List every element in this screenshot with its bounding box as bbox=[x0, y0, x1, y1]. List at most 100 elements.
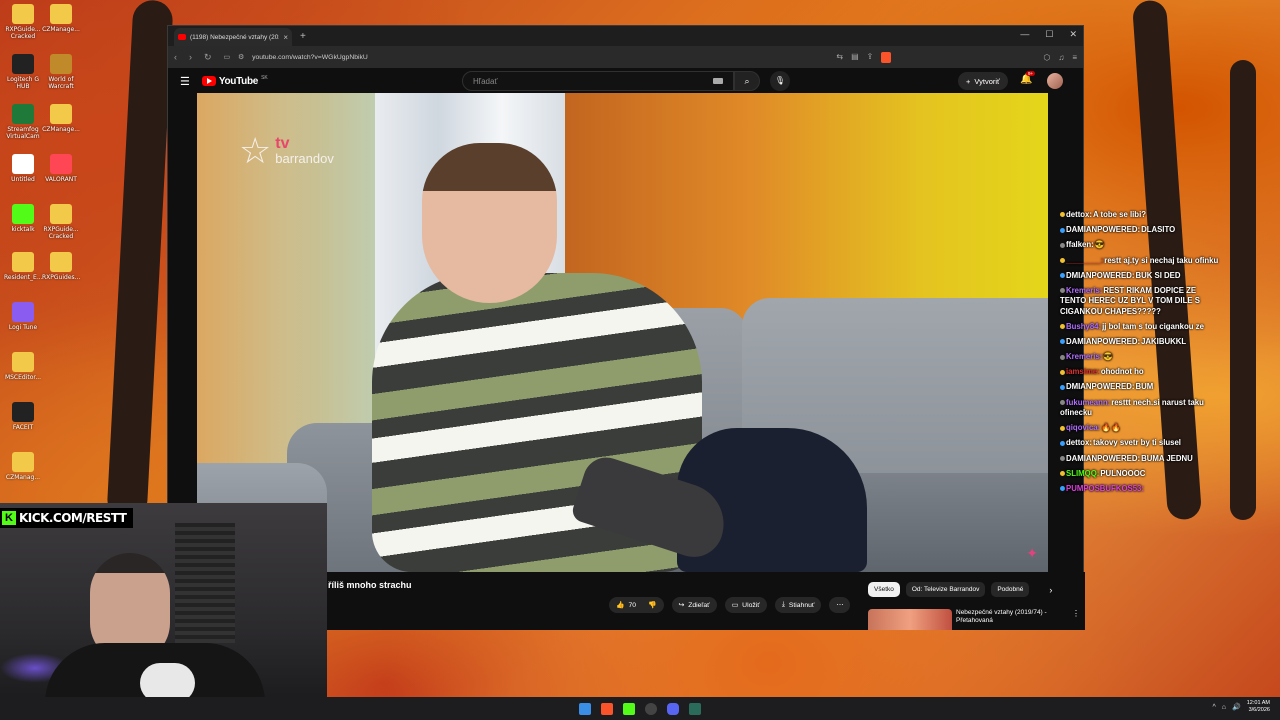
download-button[interactable]: ⤓ Stiahnuť bbox=[774, 597, 822, 613]
chip-all[interactable]: Všetko bbox=[868, 582, 900, 597]
chat-username[interactable]: DAMIANPOWERED: bbox=[1066, 454, 1140, 463]
like-dislike-button[interactable]: 👍 70 👎 bbox=[609, 597, 664, 613]
voice-search-button[interactable]: 🎙 bbox=[770, 71, 790, 91]
share-button[interactable]: ↪ Zdieľať bbox=[671, 597, 717, 613]
media-icon[interactable]: ♫ bbox=[1058, 53, 1064, 62]
desktop-icon[interactable]: RXPGuide... Cracked bbox=[4, 4, 42, 40]
chat-username[interactable]: dettox: bbox=[1066, 210, 1092, 219]
minimize-button[interactable]: — bbox=[1020, 29, 1029, 40]
discord-icon[interactable] bbox=[667, 702, 679, 715]
reader-icon[interactable]: ▤ bbox=[851, 52, 859, 63]
close-window-button[interactable]: ✕ bbox=[1069, 29, 1077, 40]
chat-username[interactable]: dettox: bbox=[1066, 438, 1092, 447]
desktop-icon[interactable]: FACEIT bbox=[4, 402, 42, 431]
tray-chevron-icon[interactable]: ^ bbox=[1213, 704, 1216, 711]
search-button[interactable]: ⌕ bbox=[734, 71, 760, 91]
chat-username[interactable]: DMIANPOWERED: bbox=[1066, 382, 1134, 391]
translate-icon[interactable]: ⇆ bbox=[836, 52, 843, 63]
more-vertical-icon[interactable]: ⋮ bbox=[1072, 609, 1080, 630]
menu-icon[interactable]: ≡ bbox=[1072, 53, 1077, 62]
chat-username[interactable]: Kremeris: bbox=[1066, 286, 1102, 295]
chat-username[interactable]: DAMIANPOWERED: bbox=[1066, 337, 1140, 346]
desktop-icon[interactable]: World of Warcraft bbox=[42, 54, 80, 90]
network-icon[interactable]: ⌂ bbox=[1222, 704, 1226, 711]
url-field[interactable]: ▭ ⚙ youtube.com/watch?v=WGkUgpNbikU bbox=[224, 50, 825, 64]
desktop-icon[interactable]: MSCEditor... bbox=[4, 352, 42, 381]
recommended-title[interactable]: Nebezpečné vztahy (2019/74) - Přetahovan… bbox=[956, 609, 1066, 630]
desktop-icon[interactable]: Untitled bbox=[4, 154, 42, 183]
browser-tab[interactable]: (1198) Nebezpečné vztahy (2020 × bbox=[174, 28, 292, 46]
chat-text: 😎 bbox=[1103, 352, 1114, 362]
bookmark-save-icon: ▭ bbox=[731, 602, 739, 609]
chat-badge-icon bbox=[1060, 242, 1065, 248]
save-button[interactable]: ▭ Uložiť bbox=[724, 597, 767, 613]
chat-username[interactable]: ________: bbox=[1066, 256, 1103, 265]
chat-username[interactable]: DAMIANPOWERED: bbox=[1066, 225, 1140, 234]
chat-username[interactable]: qiqovica: bbox=[1066, 423, 1100, 432]
desktop-icon[interactable]: CZManag... bbox=[4, 452, 42, 481]
chat-message: DMIANPOWERED:BUM bbox=[1060, 382, 1220, 392]
chat-username[interactable]: ffalken: bbox=[1066, 240, 1094, 249]
chevron-right-icon[interactable]: › bbox=[1049, 585, 1052, 595]
chat-badge-icon bbox=[1060, 258, 1065, 263]
chat-username[interactable]: PUMPOSBUFKOS53: bbox=[1066, 484, 1144, 493]
desktop-app-icon bbox=[50, 54, 72, 74]
desktop-icon[interactable]: CZManage... bbox=[42, 4, 80, 33]
hamburger-menu-icon[interactable]: ☰ bbox=[180, 75, 190, 88]
site-info-icon[interactable]: ⚙ bbox=[238, 53, 244, 61]
desktop-icon[interactable]: Streamfog VirtualCam bbox=[4, 104, 42, 140]
chat-username[interactable]: SLIMQQ: bbox=[1066, 469, 1099, 478]
desktop-icon[interactable]: RXPGuides... bbox=[42, 252, 80, 281]
desktop-app-icon bbox=[50, 204, 72, 224]
windows-start-icon[interactable] bbox=[579, 702, 591, 715]
chat-overlay: dettox:A tobe se libi? DAMIANPOWERED:DLAS… bbox=[1060, 210, 1220, 499]
terminal-icon[interactable] bbox=[689, 702, 701, 715]
reload-icon[interactable]: ↻ bbox=[204, 52, 212, 63]
desktop-icon[interactable]: CZManage... bbox=[42, 104, 80, 133]
video-player[interactable]: ☆ tv barrandov ✦ bbox=[197, 93, 1048, 572]
desktop-icon[interactable]: RXPGuide... Cracked bbox=[42, 204, 80, 240]
back-arrow-icon[interactable]: ‹ bbox=[174, 52, 177, 62]
chat-message: dettox:A tobe se libi? bbox=[1060, 210, 1220, 220]
volume-icon[interactable]: 🔊 bbox=[1232, 703, 1241, 711]
chat-username[interactable]: Kremeris: bbox=[1066, 352, 1102, 361]
brave-browser-icon[interactable] bbox=[601, 702, 613, 715]
extensions-icon[interactable]: ⬡ bbox=[1043, 53, 1050, 62]
desktop-icon[interactable]: VALORANT bbox=[42, 154, 80, 183]
chat-username[interactable]: Bushy84: bbox=[1066, 322, 1101, 331]
chat-message: Kremeris:😎 bbox=[1060, 352, 1220, 362]
close-tab-icon[interactable]: × bbox=[283, 33, 288, 42]
recommended-thumbnail[interactable] bbox=[868, 609, 952, 630]
create-button[interactable]: + Vytvoriť bbox=[958, 72, 1008, 90]
chat-username[interactable]: fukumeann: bbox=[1066, 398, 1110, 407]
obs-icon[interactable] bbox=[645, 702, 657, 715]
channel-watermark-icon[interactable]: ✦ bbox=[1026, 545, 1038, 562]
chat-username[interactable]: DMIANPOWERED: bbox=[1066, 271, 1134, 280]
recommendation-chips: Všetko Od: Televize Barrandov Podobné › bbox=[868, 582, 1052, 597]
maximize-button[interactable]: ☐ bbox=[1045, 29, 1053, 40]
chip-channel[interactable]: Od: Televize Barrandov bbox=[905, 582, 986, 597]
kick-logo-icon: K bbox=[2, 511, 16, 525]
new-tab-button[interactable]: + bbox=[300, 31, 306, 42]
keyboard-icon[interactable] bbox=[713, 78, 723, 84]
desktop-icon[interactable]: Logitech G HUB bbox=[4, 54, 42, 90]
recommended-video[interactable]: Nebezpečné vztahy (2019/74) - Přetahovan… bbox=[868, 609, 1080, 630]
chat-badge-icon bbox=[1060, 440, 1065, 446]
notifications-button[interactable]: 🔔 9+ bbox=[1020, 71, 1036, 85]
youtube-logo[interactable]: YouTube SK bbox=[201, 75, 268, 87]
desktop-icon[interactable]: Resident_E... bbox=[4, 252, 43, 281]
chat-badge-icon bbox=[1060, 324, 1065, 330]
avatar[interactable] bbox=[1047, 73, 1063, 89]
search-input[interactable]: Hľadať bbox=[462, 71, 734, 91]
desktop-icon[interactable]: kicktalk bbox=[4, 204, 42, 233]
brave-shields-icon[interactable] bbox=[881, 51, 892, 63]
clock[interactable]: 12:01 AM 3/6/2026 bbox=[1247, 700, 1270, 714]
share-icon[interactable]: ⇪ bbox=[867, 52, 874, 63]
chip-similar[interactable]: Podobné bbox=[991, 582, 1030, 597]
bookmark-icon[interactable]: ▭ bbox=[224, 53, 230, 61]
forward-arrow-icon[interactable]: › bbox=[189, 52, 192, 62]
kick-app-icon[interactable] bbox=[623, 702, 635, 715]
more-actions-button[interactable]: ⋯ bbox=[829, 597, 851, 613]
chat-username[interactable]: iamsime: bbox=[1066, 367, 1100, 376]
desktop-icon[interactable]: Logi Tune bbox=[4, 302, 42, 331]
